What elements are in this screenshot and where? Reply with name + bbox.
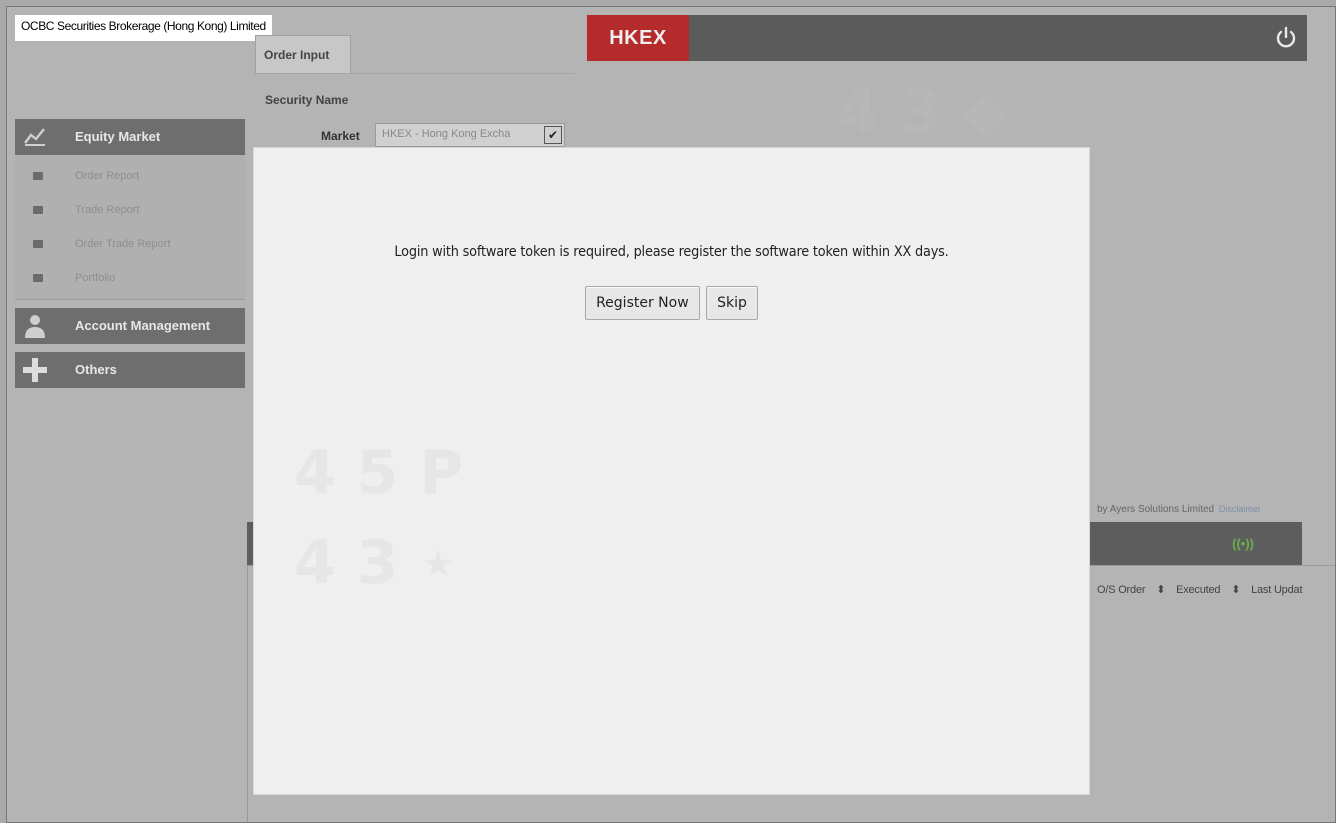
content-border xyxy=(247,566,248,822)
bullet-icon xyxy=(33,172,43,180)
disclaimer-link[interactable]: Disclaimer xyxy=(1219,504,1261,514)
market-select-value: HKEX - Hong Kong Excha xyxy=(382,128,511,140)
sidebar-item-label: Order Report xyxy=(75,170,140,182)
market-label: Market xyxy=(321,129,360,143)
sidebar: Equity Market Order Report Trade Report … xyxy=(15,119,245,388)
market-select[interactable]: HKEX - Hong Kong Excha ✔ xyxy=(375,123,565,147)
sidebar-item-label: Order Trade Report xyxy=(75,238,171,250)
sidebar-item-trade-report[interactable]: Trade Report xyxy=(15,193,245,227)
sort-icon[interactable]: ⬍ xyxy=(1156,584,1165,596)
dialog-watermark: 4 5 P xyxy=(294,438,464,508)
chevron-down-icon[interactable]: ✔ xyxy=(544,126,562,144)
sort-icon[interactable]: ⬍ xyxy=(1231,584,1240,596)
dialog-message: Login with software token is required, p… xyxy=(394,244,949,260)
sidebar-item-label: Trade Report xyxy=(75,204,140,216)
register-now-button[interactable]: Register Now xyxy=(585,286,700,320)
table-header: O/S Order ⬍ Executed ⬍ Last Updat xyxy=(1097,583,1310,596)
account-icon xyxy=(21,312,49,340)
dialog-watermark: 4 3 ⋆ xyxy=(294,528,457,598)
column-header-os-order[interactable]: O/S Order xyxy=(1097,584,1146,596)
sidebar-others-label: Others xyxy=(75,362,117,377)
bullet-icon xyxy=(33,206,43,214)
hkex-logo: HKEX xyxy=(587,15,689,61)
sidebar-item-order-trade-report[interactable]: Order Trade Report xyxy=(15,227,245,261)
bullet-icon xyxy=(33,240,43,248)
bullet-icon xyxy=(33,274,43,282)
column-header-last-updated[interactable]: Last Updat xyxy=(1251,584,1302,596)
dialog-actions: Register Now Skip xyxy=(254,286,1089,320)
token-registration-dialog: 4 5 P 4 3 ⋆ Login with software token is… xyxy=(254,148,1089,794)
security-name-label: Security Name xyxy=(265,93,349,107)
sidebar-account-management-label: Account Management xyxy=(75,318,211,333)
tab-divider xyxy=(255,73,575,74)
signal-icon: ((•)) xyxy=(1232,536,1254,551)
tab-order-input[interactable]: Order Input xyxy=(255,35,351,73)
sidebar-others[interactable]: Others xyxy=(15,352,245,388)
background-watermark: 4 3 ◆ xyxy=(837,77,1009,147)
sidebar-equity-market[interactable]: Equity Market xyxy=(15,119,245,155)
column-header-executed[interactable]: Executed xyxy=(1176,584,1220,596)
sidebar-item-label: Portfolio xyxy=(75,272,116,284)
footer-credit-text: by Ayers Solutions Limited xyxy=(1097,504,1215,515)
equity-market-submenu: Order Report Trade Report Order Trade Re… xyxy=(15,155,245,300)
sidebar-equity-market-label: Equity Market xyxy=(75,129,161,144)
sidebar-item-portfolio[interactable]: Portfolio xyxy=(15,261,245,295)
sidebar-account-management[interactable]: Account Management xyxy=(15,308,245,344)
plus-icon xyxy=(21,356,49,384)
power-icon[interactable] xyxy=(1273,25,1299,51)
header-bar: HKEX xyxy=(587,15,1307,61)
footer-credit: by Ayers Solutions Limited Disclaimer xyxy=(1097,504,1261,515)
skip-button[interactable]: Skip xyxy=(706,286,758,320)
company-name: OCBC Securities Brokerage (Hong Kong) Li… xyxy=(15,15,272,41)
chart-icon xyxy=(21,123,49,151)
sidebar-item-order-report[interactable]: Order Report xyxy=(15,159,245,193)
